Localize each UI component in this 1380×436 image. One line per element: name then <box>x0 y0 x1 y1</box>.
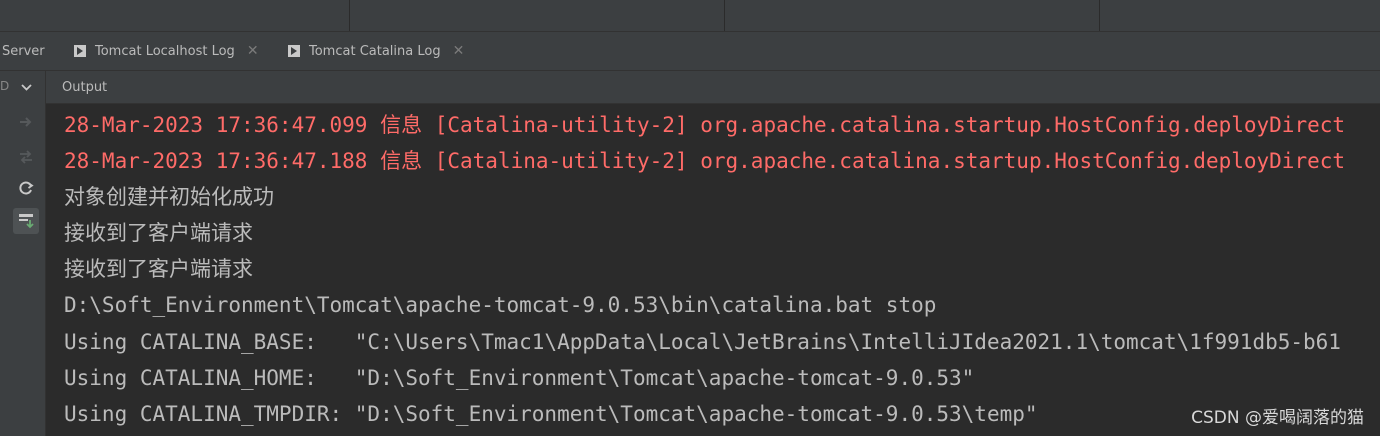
output-header: Output <box>46 71 1380 104</box>
run-toolbar-gutter: D <box>0 71 46 436</box>
log-line: D:\Soft_Environment\Tomcat\apache-tomcat… <box>64 293 937 317</box>
toolbar-divider <box>724 0 725 31</box>
toolbar-divider <box>349 0 350 31</box>
toolbar-divider <box>1099 0 1100 31</box>
log-line: 接收到了客户端请求 <box>64 257 253 281</box>
output-title: Output <box>62 79 108 95</box>
log-line: 对象创建并初始化成功 <box>64 185 274 209</box>
refresh-icon[interactable] <box>13 175 39 201</box>
tab-label: Tomcat Catalina Log <box>309 43 441 59</box>
log-line: 28-Mar-2023 17:36:47.099 信息 [Catalina-ut… <box>64 113 1346 137</box>
tab-label: Tomcat Localhost Log <box>95 43 235 59</box>
chevron-down-icon[interactable] <box>20 81 33 94</box>
log-line: 28-Mar-2023 17:36:47.188 信息 [Catalina-ut… <box>64 149 1346 173</box>
log-line: Using CATALINA_BASE: "C:\Users\Tmac1\App… <box>64 330 1341 354</box>
log-line: Using CATALINA_TMPDIR: "D:\Soft_Environm… <box>64 402 1038 426</box>
deployment-label: D <box>0 79 10 93</box>
tab-server[interactable]: Server <box>2 32 45 70</box>
gutter-header: D <box>0 71 45 103</box>
top-toolbar-strip <box>0 0 1380 32</box>
update-icon[interactable] <box>13 144 39 170</box>
console-output[interactable]: 28-Mar-2023 17:36:47.099 信息 [Catalina-ut… <box>46 104 1380 436</box>
tab-tomcat-catalina-log[interactable]: Tomcat Catalina Log ✕ <box>288 32 464 70</box>
ide-run-window: Server Tomcat Localhost Log ✕ Tomcat Cat… <box>0 0 1380 436</box>
log-tab-bar: Server Tomcat Localhost Log ✕ Tomcat Cat… <box>0 32 1380 71</box>
close-icon[interactable]: ✕ <box>453 43 465 59</box>
tab-tomcat-localhost-log[interactable]: Tomcat Localhost Log ✕ <box>74 32 259 70</box>
log-tab-icon <box>288 45 300 57</box>
log-line: Using CATALINA_HOME: "D:\Soft_Environmen… <box>64 366 975 390</box>
log-line: 接收到了客户端请求 <box>64 221 253 245</box>
rerun-icon[interactable] <box>13 109 39 135</box>
tab-label: Server <box>2 43 45 59</box>
watermark: CSDN @爱喝阔落的猫 <box>1191 408 1364 428</box>
close-icon[interactable]: ✕ <box>247 43 259 59</box>
log-tab-icon <box>74 45 86 57</box>
scroll-to-end-icon[interactable] <box>13 208 39 234</box>
